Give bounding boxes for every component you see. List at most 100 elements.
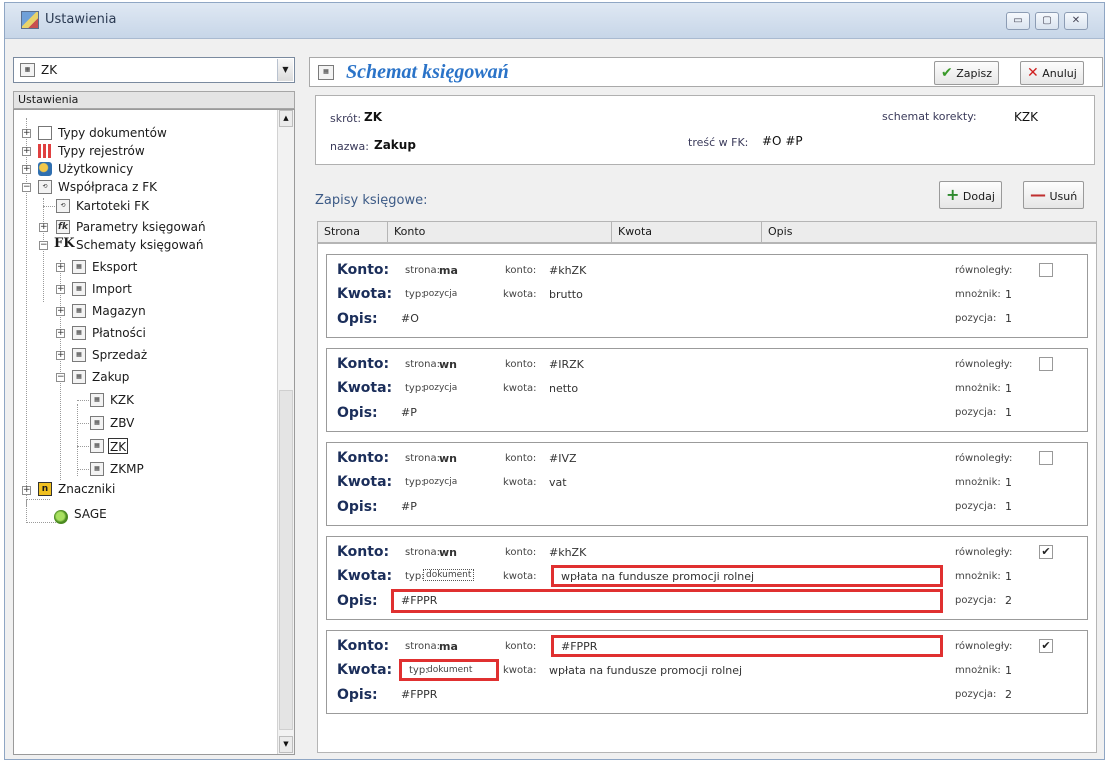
entry-card-1[interactable]: Konto: strona: ma konto: #khZK równoległ…: [326, 254, 1088, 338]
kwota-value[interactable]: netto: [549, 382, 578, 395]
konto-value[interactable]: #khZK: [549, 546, 586, 559]
opis-label: Opis:: [337, 405, 378, 421]
tree-item-parametry[interactable]: Parametry księgowań: [76, 219, 206, 235]
nazwa-value[interactable]: Zakup: [374, 138, 416, 152]
pozycja-value[interactable]: 2: [1005, 594, 1012, 607]
typ-value[interactable]: pozycja: [423, 383, 457, 393]
mnoznik-value[interactable]: 1: [1005, 288, 1012, 301]
scrollbar-thumb[interactable]: [279, 390, 293, 730]
typ-value[interactable]: dokument: [423, 569, 475, 581]
rownolegly-checkbox[interactable]: [1039, 357, 1053, 371]
close-button[interactable]: ✕: [1064, 12, 1088, 30]
opis-value[interactable]: #P: [401, 406, 417, 419]
expand-import[interactable]: +: [56, 285, 65, 294]
typ-value[interactable]: pozycja: [423, 289, 457, 299]
konto-value[interactable]: #khZK: [549, 264, 586, 277]
tree-item-uzytkownicy[interactable]: Użytkownicy: [58, 161, 133, 177]
cancel-button[interactable]: ✕ Anuluj: [1020, 61, 1084, 85]
pozycja-value[interactable]: 2: [1005, 688, 1012, 701]
entry-card-3[interactable]: Konto: strona: wn konto: #IVZ równoległy…: [326, 442, 1088, 526]
chevron-down-icon[interactable]: ▼: [277, 59, 293, 81]
tree-item-zakup[interactable]: Zakup: [92, 369, 129, 385]
expand-znaczniki[interactable]: +: [22, 486, 31, 495]
tree-item-zbv[interactable]: ZBV: [110, 415, 134, 431]
tree-item-kzk[interactable]: KZK: [110, 392, 134, 408]
scheme-header-icon: ▦: [318, 65, 334, 80]
tree-item-eksport[interactable]: Eksport: [92, 259, 137, 275]
expand-platnosci[interactable]: +: [56, 329, 65, 338]
tree-item-sage[interactable]: SAGE: [74, 506, 107, 522]
kwota-value[interactable]: brutto: [549, 288, 583, 301]
konto-value[interactable]: #IVZ: [549, 452, 577, 465]
scroll-down-arrow-icon[interactable]: ▼: [279, 736, 293, 753]
mnoznik-value[interactable]: 1: [1005, 570, 1012, 583]
scheme-icon: ▦: [20, 63, 35, 77]
expand-sprzedaz[interactable]: +: [56, 351, 65, 360]
expand-uzytkownicy[interactable]: +: [22, 165, 31, 174]
column-opis[interactable]: Opis: [762, 222, 1096, 242]
pozycja-value[interactable]: 1: [1005, 312, 1012, 325]
entry-card-4[interactable]: Konto: strona: wn konto: #khZK równoległ…: [326, 536, 1088, 620]
scroll-up-arrow-icon[interactable]: ▲: [279, 110, 293, 127]
save-button[interactable]: ✔ Zapisz: [934, 61, 1000, 85]
collapse-wspolpraca[interactable]: −: [22, 183, 31, 192]
tree-item-zk-selected[interactable]: ZK: [108, 438, 129, 454]
pozycja-value[interactable]: 1: [1005, 500, 1012, 513]
column-strona[interactable]: Strona: [318, 222, 388, 242]
tresc-value[interactable]: #O #P: [762, 134, 803, 148]
opis-value[interactable]: #FPPR: [401, 688, 437, 701]
maximize-button[interactable]: ▢: [1035, 12, 1059, 30]
tree-item-platnosci[interactable]: Płatności: [92, 325, 146, 341]
entry-card-5[interactable]: Konto: strona: ma konto: #FPPR równoległ…: [326, 630, 1088, 714]
skrot-value[interactable]: ZK: [364, 110, 382, 124]
rownolegly-checkbox[interactable]: [1039, 263, 1053, 277]
strona-value[interactable]: ma: [439, 264, 458, 277]
tree-item-typy-dokumentow[interactable]: Typy dokumentów: [58, 125, 167, 141]
entry-card-2[interactable]: Konto: strona: wn konto: #IRZK równoległ…: [326, 348, 1088, 432]
konto-value[interactable]: #IRZK: [549, 358, 584, 371]
mnoznik-value[interactable]: 1: [1005, 382, 1012, 395]
strona-value[interactable]: wn: [439, 452, 457, 465]
tree-item-znaczniki[interactable]: Znaczniki: [58, 481, 115, 497]
tree-scrollbar[interactable]: ▲ ▼: [277, 110, 294, 754]
expand-typy-rejestrow[interactable]: +: [22, 147, 31, 156]
tree-item-wspolpraca[interactable]: Współpraca z FK: [58, 179, 157, 195]
typ-value[interactable]: pozycja: [423, 477, 457, 487]
opis-value[interactable]: #P: [401, 500, 417, 513]
expand-magazyn[interactable]: +: [56, 307, 65, 316]
collapse-zakup[interactable]: −: [56, 373, 65, 382]
tree-item-schematy[interactable]: Schematy księgowań: [76, 237, 204, 253]
column-konto[interactable]: Konto: [388, 222, 612, 242]
tree-item-zkmp[interactable]: ZKMP: [110, 461, 144, 477]
pozycja-value[interactable]: 1: [1005, 406, 1012, 419]
mnoznik-value[interactable]: 1: [1005, 476, 1012, 489]
rownolegly-checkbox[interactable]: [1039, 451, 1053, 465]
section-title: Zapisy księgowe:: [315, 193, 428, 208]
remove-button[interactable]: — Usuń: [1023, 181, 1085, 209]
tree-item-typy-rejestrow[interactable]: Typy rejestrów: [58, 143, 145, 159]
tree-item-kartoteki[interactable]: Kartoteki FK: [76, 198, 149, 214]
column-kwota[interactable]: Kwota: [612, 222, 762, 242]
tree-item-sprzedaz[interactable]: Sprzedaż: [92, 347, 147, 363]
kwota-value[interactable]: wpłata na fundusze promocji rolnej: [549, 664, 742, 677]
kwota-value[interactable]: vat: [549, 476, 567, 489]
rownolegly-checkbox-checked[interactable]: ✔: [1039, 639, 1053, 653]
rownolegly-checkbox-checked[interactable]: ✔: [1039, 545, 1053, 559]
expand-parametry[interactable]: +: [39, 223, 48, 232]
expand-eksport[interactable]: +: [56, 263, 65, 272]
strona-value[interactable]: wn: [439, 358, 457, 371]
add-button[interactable]: + Dodaj: [939, 181, 1002, 209]
opis-value[interactable]: #O: [401, 312, 419, 325]
kwota-small-label: kwota:: [503, 383, 537, 394]
scheme-combo[interactable]: ▦ ZK ▼: [13, 57, 295, 83]
schemat-korekty-value[interactable]: KZK: [1014, 110, 1038, 124]
tree-item-import[interactable]: Import: [92, 281, 132, 297]
collapse-schematy[interactable]: −: [39, 241, 48, 250]
expand-typy-dokumentow[interactable]: +: [22, 129, 31, 138]
strona-value[interactable]: wn: [439, 546, 457, 559]
tree-item-magazyn[interactable]: Magazyn: [92, 303, 146, 319]
kwota-small-label: kwota:: [503, 665, 537, 676]
strona-value[interactable]: ma: [439, 640, 458, 653]
mnoznik-value[interactable]: 1: [1005, 664, 1012, 677]
minimize-button[interactable]: ▭: [1006, 12, 1030, 30]
